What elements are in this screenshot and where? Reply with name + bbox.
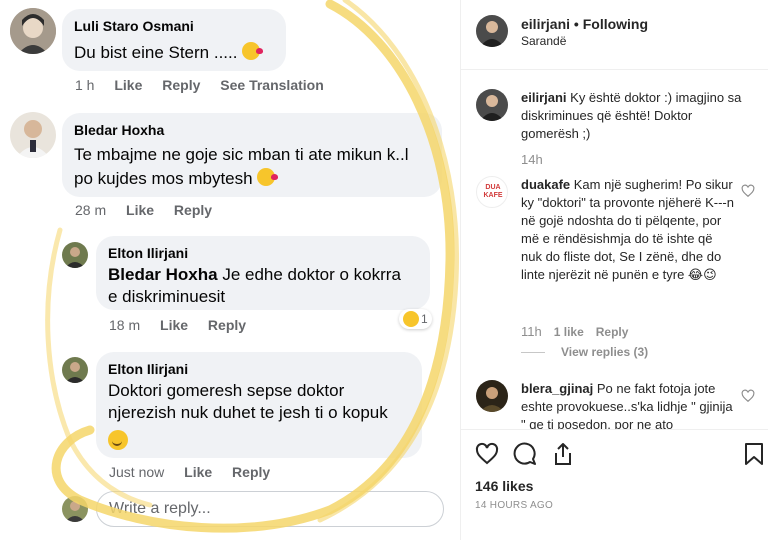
comment-text: Du bist eine Stern ..... <box>74 42 264 64</box>
reply-author[interactable]: Elton Ilirjani <box>108 245 188 261</box>
comment-text: duakafe Kam një sugherim! Po sikur ky "d… <box>521 177 734 282</box>
caption-text: eilirjani Ky është doktor :) imagjino sa… <box>521 90 742 141</box>
like-button[interactable]: Like <box>126 202 154 218</box>
comment-meta: 11h 1 like Reply <box>521 324 628 339</box>
avatar[interactable] <box>476 89 508 121</box>
reaction-badge[interactable]: 1 <box>399 309 432 329</box>
reply-text: Doktori gomeresh sepse doktor njerezish … <box>108 380 420 454</box>
comment-time: 1 h <box>75 77 95 93</box>
avatar[interactable] <box>476 15 508 47</box>
comment-username[interactable]: duakafe <box>521 177 570 192</box>
reply-button[interactable]: Reply <box>232 464 270 480</box>
avatar[interactable]: DUA KAFE <box>476 176 508 208</box>
facebook-comments-screenshot: Luli Staro Osmani Du bist eine Stern ...… <box>0 0 460 540</box>
reply-button[interactable]: Reply <box>174 202 212 218</box>
reply-button[interactable]: Reply <box>162 77 200 93</box>
comments-list[interactable]: eilirjani Ky është doktor :) imagjino sa… <box>461 71 768 429</box>
duakafe-logo-text: KAFE <box>483 192 503 199</box>
comment-reply-button[interactable]: Reply <box>596 325 629 339</box>
kiss-emoji-icon <box>257 168 279 186</box>
post-timestamp: 14 HOURS AGO <box>475 500 554 511</box>
heart-icon[interactable] <box>741 389 755 403</box>
duakafe-logo-text: DUA <box>485 184 501 191</box>
mention-link[interactable]: Bledar Hoxha <box>108 265 218 284</box>
view-replies-button[interactable]: View replies (3) <box>561 345 648 359</box>
comment-actions: 28 m Like Reply <box>75 202 228 218</box>
reply-text: Bledar Hoxha Je edhe doktor o kokrra e d… <box>108 265 401 306</box>
like-button[interactable]: Like <box>114 77 142 93</box>
like-button[interactable]: Like <box>160 317 188 333</box>
instagram-post-panel: eilirjani • Following Sarandë eilirjani … <box>460 0 768 540</box>
comment-author[interactable]: Bledar Hoxha <box>74 122 164 138</box>
reply-actions: Just now Like Reply <box>109 464 286 480</box>
reply-button[interactable]: Reply <box>208 317 246 333</box>
write-reply-placeholder: Write a reply... <box>109 500 211 517</box>
reply-time: Just now <box>109 464 165 480</box>
likes-count[interactable]: 146 likes <box>475 478 533 494</box>
heart-icon[interactable] <box>741 184 755 198</box>
comment-username[interactable]: blera_gjinaj <box>521 381 593 396</box>
avatar[interactable] <box>476 380 508 412</box>
avatar <box>62 242 88 268</box>
comment-text: Te mbajme ne goje sic mban ti ate mikun … <box>74 145 409 188</box>
post-header: eilirjani • Following Sarandë <box>461 0 768 70</box>
location-link[interactable]: Sarandë <box>521 34 566 48</box>
comment-likes[interactable]: 1 like <box>554 325 584 339</box>
comment-text: blera_gjinaj Po ne fakt fotoja jote esht… <box>521 381 733 429</box>
reply-actions: 18 m Like Reply <box>109 317 262 333</box>
following-button[interactable]: Following <box>583 16 648 32</box>
reply-author[interactable]: Elton Ilirjani <box>108 361 188 377</box>
laughing-emoji-icon <box>403 311 419 327</box>
share-icon[interactable] <box>551 442 575 466</box>
like-heart-icon[interactable] <box>475 442 499 466</box>
caption-username[interactable]: eilirjani <box>521 90 567 105</box>
write-reply-input[interactable]: Write a reply... <box>96 491 444 527</box>
comment-bubble-icon[interactable] <box>513 442 537 466</box>
comment-time: 11h <box>521 324 542 339</box>
view-replies-line <box>521 352 545 353</box>
like-button[interactable]: Like <box>184 464 212 480</box>
comment-author[interactable]: Luli Staro Osmani <box>74 18 194 34</box>
comment-actions: 1 h Like Reply See Translation <box>75 77 340 93</box>
post-actions: 146 likes 14 HOURS AGO <box>461 429 768 540</box>
reply-time: 18 m <box>109 317 141 333</box>
avatar <box>62 496 88 522</box>
reaction-count: 1 <box>421 312 428 326</box>
avatar <box>10 8 56 54</box>
comment-time: 28 m <box>75 202 107 218</box>
caption-time: 14h <box>521 152 543 167</box>
smile-emoji-icon <box>108 430 128 450</box>
header-separator: • <box>570 16 583 32</box>
header-username[interactable]: eilirjani <box>521 16 570 32</box>
avatar <box>10 112 56 158</box>
kiss-emoji-icon <box>242 42 264 60</box>
bookmark-icon[interactable] <box>743 442 765 466</box>
avatar <box>62 357 88 383</box>
see-translation-button[interactable]: See Translation <box>220 77 323 93</box>
